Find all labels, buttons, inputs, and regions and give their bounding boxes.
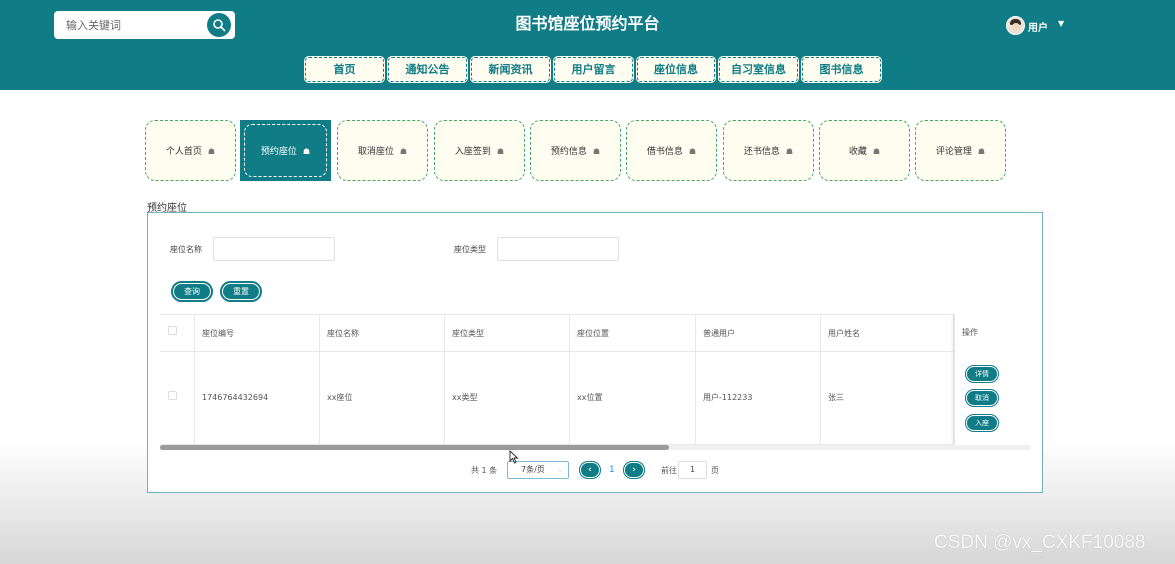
table-cell: xx位置 xyxy=(570,352,696,444)
caret-down-icon: ▼ xyxy=(1058,19,1065,28)
home-icon: ☗ xyxy=(785,147,794,156)
page-size-value: 7条/页 xyxy=(521,465,545,474)
column-header: 座位名称 xyxy=(320,315,445,351)
home-icon: ☗ xyxy=(207,147,216,156)
tile-cancel-seat[interactable]: 取消座位 ☗ xyxy=(337,120,428,181)
home-icon: ☗ xyxy=(977,147,986,156)
tile-label: 借书信息 xyxy=(646,147,683,157)
column-header: 座位类型 xyxy=(445,315,570,351)
goto-prefix: 前往 xyxy=(661,466,677,475)
user-name: 用户 xyxy=(1028,23,1048,34)
goto-page-input[interactable]: 1 xyxy=(678,461,707,479)
tile-borrow[interactable]: 借书信息 ☗ xyxy=(626,120,717,181)
table-row: 1746764432694 xx座位 xx类型 xx位置 用户-112233 张… xyxy=(160,352,1030,445)
nav-item-seats[interactable]: 座位信息 xyxy=(637,57,715,82)
ops-header: 操作 xyxy=(962,328,978,337)
avatar xyxy=(1006,16,1025,35)
seat-name-input[interactable] xyxy=(213,237,335,261)
search-query-button[interactable]: 查询 xyxy=(171,281,213,302)
home-icon: ☗ xyxy=(496,147,505,156)
chevron-down-icon: ⌵ xyxy=(557,466,563,474)
total-count: 共 1 条 xyxy=(471,466,498,475)
seat-type-label: 座位类型 xyxy=(454,245,486,254)
tile-label: 预约座位 xyxy=(260,147,297,157)
scrollbar-thumb[interactable] xyxy=(160,445,669,450)
ops-column: 操作 详情 取消 入座 xyxy=(954,314,1030,445)
table-cell: xx类型 xyxy=(445,352,570,444)
tile-label: 个人首页 xyxy=(165,147,202,157)
tile-reserve-seat[interactable]: 预约座位 ☗ xyxy=(240,120,331,181)
tile-label: 取消座位 xyxy=(357,147,394,157)
next-page-button[interactable]: › xyxy=(623,461,645,479)
home-icon: ☗ xyxy=(302,147,311,156)
tile-label: 预约信息 xyxy=(550,147,587,157)
tile-label: 入座签到 xyxy=(454,147,491,157)
home-icon: ☗ xyxy=(872,147,881,156)
row-checkbox[interactable] xyxy=(168,391,177,400)
tile-label: 还书信息 xyxy=(743,147,780,157)
prev-page-button[interactable]: ‹ xyxy=(579,461,601,479)
tile-favorites[interactable]: 收藏 ☗ xyxy=(819,120,910,181)
table-cell: 张三 xyxy=(821,352,954,444)
table-cell: 1746764432694 xyxy=(195,352,320,444)
top-header: 图书馆座位预约平台 用户 ▼ xyxy=(0,0,1175,48)
nav-item-books[interactable]: 图书信息 xyxy=(802,57,881,82)
page-number-current[interactable]: 1 xyxy=(609,461,615,479)
column-header: 用户姓名 xyxy=(821,315,954,351)
mouse-cursor-icon xyxy=(509,450,519,464)
tile-label: 收藏 xyxy=(848,147,867,157)
cancel-button[interactable]: 取消 xyxy=(965,389,999,407)
nav-item-study-rooms[interactable]: 自习室信息 xyxy=(719,57,798,82)
tile-return[interactable]: 还书信息 ☗ xyxy=(723,120,814,181)
column-header: 普通用户 xyxy=(696,315,821,351)
seat-name-label: 座位名称 xyxy=(170,245,202,254)
goto-suffix: 页 xyxy=(711,466,719,475)
horizontal-scrollbar[interactable] xyxy=(160,445,1030,450)
table-cell: 用户-112233 xyxy=(696,352,821,444)
table-cell: xx座位 xyxy=(320,352,445,444)
reset-button[interactable]: 重置 xyxy=(220,281,262,302)
watermark: CSDN @vx_CXKF10088 xyxy=(934,532,1146,553)
tile-checkin[interactable]: 入座签到 ☗ xyxy=(434,120,525,181)
table-header: 座位编号 座位名称 座位类型 座位位置 普通用户 用户姓名 xyxy=(160,314,1030,352)
main-nav: 首页 通知公告 新闻资讯 用户留言 座位信息 自习室信息 图书信息 xyxy=(0,48,1175,90)
tile-reservations[interactable]: 预约信息 ☗ xyxy=(530,120,621,181)
nav-item-notices[interactable]: 通知公告 xyxy=(388,57,467,82)
nav-item-news[interactable]: 新闻资讯 xyxy=(471,57,550,82)
home-icon: ☗ xyxy=(688,147,697,156)
column-header: 座位位置 xyxy=(570,315,696,351)
row-checkbox-cell xyxy=(160,352,195,444)
content-panel: 座位名称 座位类型 查询 重置 座位编号 座位名称 座位类型 座位位置 普通用户… xyxy=(147,212,1043,493)
site-title: 图书馆座位预约平台 xyxy=(515,14,660,33)
tile-comments[interactable]: 评论管理 ☗ xyxy=(915,120,1006,181)
tile-label: 评论管理 xyxy=(935,147,972,157)
seat-table: 座位编号 座位名称 座位类型 座位位置 普通用户 用户姓名 1746764432… xyxy=(160,314,1030,445)
header-checkbox-cell xyxy=(160,315,195,351)
checkin-button[interactable]: 入座 xyxy=(965,414,999,432)
nav-item-home[interactable]: 首页 xyxy=(305,57,384,82)
seat-type-input[interactable] xyxy=(497,237,619,261)
home-icon: ☗ xyxy=(592,147,601,156)
tile-profile[interactable]: 个人首页 ☗ xyxy=(145,120,236,181)
column-header: 座位编号 xyxy=(195,315,320,351)
home-icon: ☗ xyxy=(399,147,408,156)
detail-button[interactable]: 详情 xyxy=(965,365,999,383)
nav-item-messages[interactable]: 用户留言 xyxy=(554,57,633,82)
select-all-checkbox[interactable] xyxy=(168,326,177,335)
